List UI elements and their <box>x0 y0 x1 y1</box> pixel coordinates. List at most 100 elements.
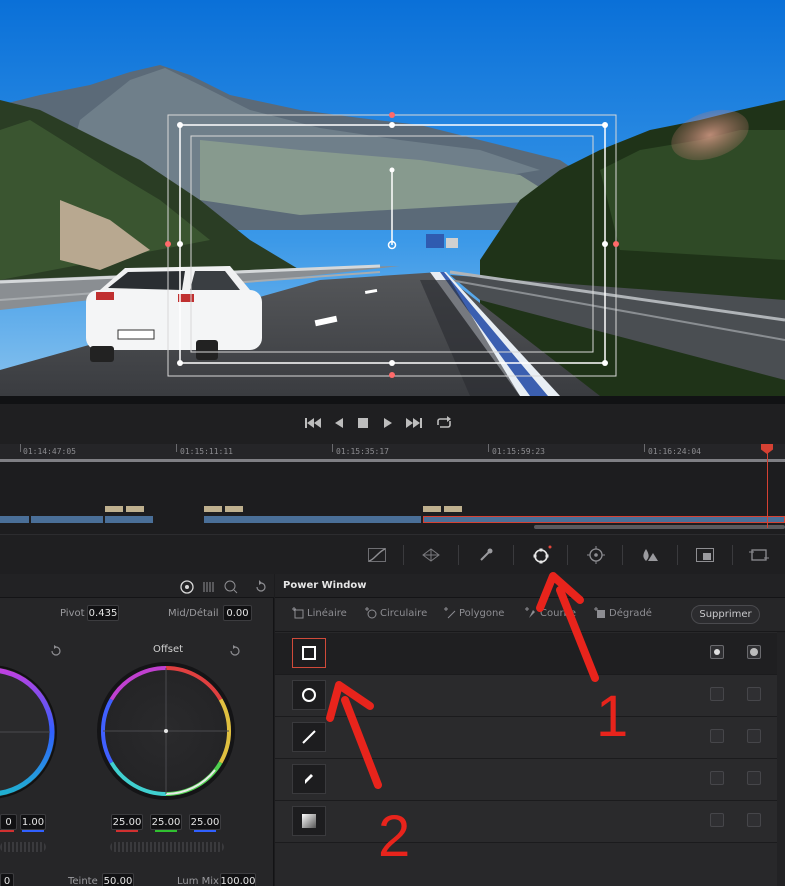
audio-clip[interactable] <box>423 506 441 512</box>
teinte-value[interactable]: 50.00 <box>102 873 134 886</box>
circle-window-icon[interactable] <box>292 680 326 710</box>
add-circular-button[interactable]: Circulaire <box>365 607 427 619</box>
window-invert-toggle[interactable] <box>710 645 724 659</box>
timeline-scrollbar[interactable] <box>534 525 785 529</box>
reset-wheel-icon[interactable] <box>50 642 62 661</box>
stop-icon[interactable] <box>352 412 374 434</box>
window-invert-toggle[interactable] <box>710 813 724 827</box>
video-clip-selected[interactable] <box>423 516 785 523</box>
transport-controls <box>0 404 785 444</box>
skip-back-icon[interactable] <box>302 412 324 434</box>
pen-window-icon[interactable] <box>292 764 326 794</box>
polygon-icon <box>444 607 456 619</box>
panel-title: Power Window <box>283 580 367 591</box>
offset-red-value[interactable]: 25.00 <box>111 814 143 830</box>
mid-detail-label: Mid/Détail <box>168 608 219 619</box>
reset-icon[interactable] <box>254 579 268 598</box>
curves-icon[interactable] <box>363 543 391 567</box>
white-car <box>86 266 262 362</box>
magic-mask-icon[interactable] <box>636 543 664 567</box>
tracker-icon[interactable] <box>582 543 610 567</box>
window-invert-toggle[interactable] <box>710 771 724 785</box>
lum-mix-value[interactable]: 100.00 <box>220 873 256 886</box>
window-mask-toggle[interactable] <box>747 687 761 701</box>
mid-detail-value[interactable]: 0.00 <box>223 605 252 621</box>
pivot-label: Pivot <box>60 608 85 619</box>
bars-icon[interactable] <box>202 579 216 598</box>
video-viewer[interactable] <box>0 0 785 396</box>
skip-forward-icon[interactable] <box>403 412 425 434</box>
viewer-frame-image <box>0 0 785 396</box>
video-clip[interactable] <box>105 516 153 523</box>
window-invert-toggle[interactable] <box>710 729 724 743</box>
delete-button[interactable]: Supprimer <box>691 605 760 624</box>
window-invert-toggle[interactable] <box>710 687 724 701</box>
add-linear-button[interactable]: Linéaire <box>292 607 347 619</box>
annotation-label-1: 1 <box>596 684 629 749</box>
timecode: 01:14:47:05 <box>23 447 76 456</box>
window-row-circle[interactable] <box>275 675 777 717</box>
audio-clip[interactable] <box>204 506 222 512</box>
circular-icon <box>365 607 377 619</box>
pivot-value[interactable]: 0.435 <box>87 605 119 621</box>
audio-clip[interactable] <box>126 506 144 512</box>
davinci-resolve-color-page: 01:14:47:05 01:15:11:11 01:15:35:17 01:1… <box>0 0 785 886</box>
line-window-icon[interactable] <box>292 722 326 752</box>
gradient-icon <box>594 607 605 618</box>
shape-label: Dégradé <box>609 607 652 619</box>
power-window-icon[interactable] <box>527 543 555 567</box>
qualifier-icon[interactable] <box>472 543 500 567</box>
shape-label: Polygone <box>459 607 505 619</box>
primaries-panel: Pivot 0.435 Mid/Détail 0.00 Offset 0 1.0… <box>0 574 274 886</box>
zoom-icon[interactable] <box>224 579 238 598</box>
primaries-header <box>0 574 274 598</box>
window-row-line[interactable] <box>275 717 777 759</box>
bottom-left-value[interactable]: 0 <box>0 873 14 886</box>
audio-clip[interactable] <box>105 506 123 512</box>
gain-value[interactable]: 0 <box>0 814 17 830</box>
window-mask-toggle[interactable] <box>747 645 761 659</box>
video-clip[interactable] <box>31 516 103 523</box>
lum-mix-label: Lum Mix <box>177 876 219 886</box>
offset-blue-value[interactable]: 25.00 <box>189 814 221 830</box>
offset-jog-wheel[interactable] <box>110 842 224 852</box>
window-list-scrollbar[interactable] <box>777 632 785 886</box>
gain-color-wheel[interactable] <box>0 660 60 800</box>
gain-value[interactable]: 1.00 <box>20 814 46 830</box>
square-window-icon[interactable] <box>292 638 326 668</box>
add-gradient-button[interactable]: Dégradé <box>594 607 652 619</box>
offset-color-wheel[interactable] <box>95 660 237 802</box>
window-row-pen[interactable] <box>275 759 777 801</box>
timecode: 01:15:59:23 <box>492 447 545 456</box>
reset-offset-icon[interactable] <box>229 642 241 661</box>
audio-clip[interactable] <box>225 506 243 512</box>
window-mask-toggle[interactable] <box>747 813 761 827</box>
video-clip[interactable] <box>204 516 421 523</box>
timecode: 01:15:35:17 <box>336 447 389 456</box>
sizing-icon[interactable] <box>745 543 773 567</box>
add-polygon-button[interactable]: Polygone <box>444 607 504 619</box>
window-row-square[interactable] <box>275 633 777 675</box>
linear-icon <box>292 607 304 619</box>
curve-icon <box>525 607 535 618</box>
target-icon[interactable] <box>180 579 194 598</box>
warper-icon[interactable] <box>417 543 445 567</box>
loop-icon[interactable] <box>433 412 455 434</box>
gradient-window-icon[interactable] <box>292 806 326 836</box>
window-row-gradient[interactable] <box>275 801 777 843</box>
shape-label: Linéaire <box>307 607 347 619</box>
key-icon[interactable] <box>691 543 719 567</box>
playhead-line <box>767 448 768 528</box>
video-clip[interactable] <box>0 516 29 523</box>
power-window-header: Power Window <box>275 574 785 598</box>
offset-green-value[interactable]: 25.00 <box>150 814 182 830</box>
play-reverse-icon[interactable] <box>328 412 350 434</box>
play-icon[interactable] <box>377 412 399 434</box>
audio-clip[interactable] <box>444 506 462 512</box>
timecode: 01:15:11:11 <box>180 447 233 456</box>
gain-jog-wheel[interactable] <box>0 842 46 852</box>
add-curve-button[interactable]: Courbe <box>525 607 576 619</box>
window-mask-toggle[interactable] <box>747 771 761 785</box>
window-mask-toggle[interactable] <box>747 729 761 743</box>
mini-timeline[interactable]: 01:14:47:05 01:15:11:11 01:15:35:17 01:1… <box>0 444 785 534</box>
